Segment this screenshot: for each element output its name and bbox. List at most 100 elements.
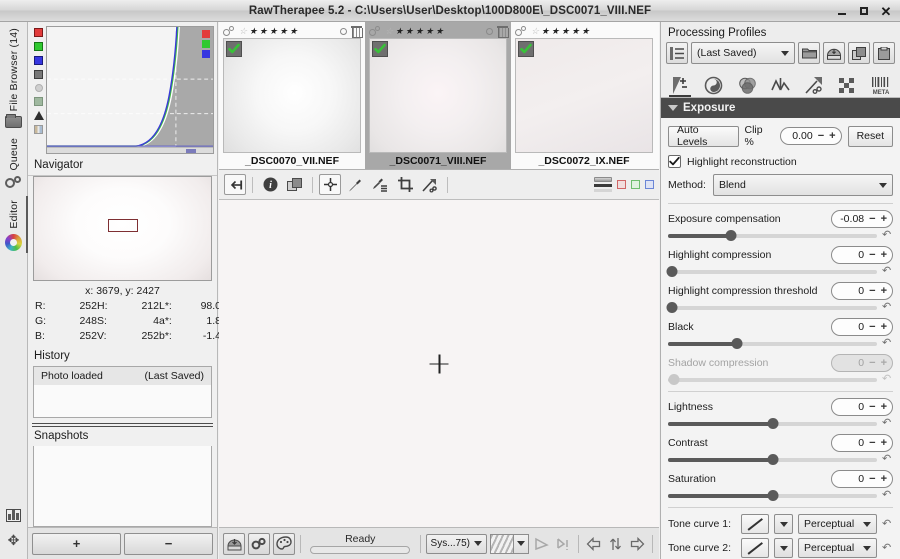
- star-icon[interactable]: ★: [541, 27, 549, 36]
- histogram-green-toggle[interactable]: [34, 42, 43, 51]
- reset-slider-icon[interactable]: ↶: [882, 302, 893, 313]
- unrank-icon[interactable]: [486, 28, 493, 35]
- tab-advanced[interactable]: [768, 74, 794, 97]
- save-button[interactable]: [223, 532, 245, 555]
- reset-slider-icon[interactable]: ↶: [882, 338, 893, 349]
- star-icon[interactable]: ★: [561, 27, 569, 36]
- histogram-raw-toggle[interactable]: [34, 97, 43, 106]
- histogram-clipping-toggle[interactable]: [33, 111, 44, 120]
- trash-icon[interactable]: [351, 26, 363, 38]
- decrement-icon[interactable]: −: [869, 213, 875, 225]
- histogram-luminance-toggle[interactable]: [34, 70, 43, 79]
- lockable-color-picker-button[interactable]: [369, 174, 391, 195]
- queue-check-badge[interactable]: [226, 41, 242, 57]
- filmstrip-thumbnail[interactable]: ☆ ★ ★ ★ ★ ★ _DSC0071_VIII.NEF: [365, 22, 511, 169]
- tone-curve-1-editor-button[interactable]: [741, 514, 769, 534]
- histogram-canvas[interactable]: [46, 26, 214, 154]
- decrement-icon[interactable]: −: [869, 401, 875, 413]
- sidebar-item-file-browser[interactable]: File Browser (14): [0, 22, 28, 132]
- sync-button[interactable]: [606, 533, 625, 555]
- remove-snapshot-button[interactable]: −: [124, 532, 213, 555]
- clip-percent-stepper[interactable]: 0.00 − +: [779, 127, 842, 145]
- load-profile-button[interactable]: [798, 42, 820, 64]
- rotate-left-button[interactable]: [532, 533, 551, 555]
- star-icon[interactable]: ★: [581, 27, 589, 36]
- histogram-scrollbar[interactable]: [47, 147, 213, 153]
- slider-stepper[interactable]: 0 − +: [831, 434, 893, 452]
- white-balance-picker-button[interactable]: [319, 174, 341, 195]
- star-icon[interactable]: ★: [269, 27, 277, 36]
- history-row[interactable]: Photo loaded (Last Saved): [34, 367, 211, 385]
- snapshots-list[interactable]: [33, 446, 212, 527]
- star-icon[interactable]: ★: [435, 27, 443, 36]
- histogram-toggle-icon[interactable]: [6, 509, 21, 522]
- trash-icon[interactable]: [497, 26, 509, 38]
- star-icon[interactable]: ☆: [239, 27, 247, 36]
- star-icon[interactable]: ★: [415, 27, 423, 36]
- add-snapshot-button[interactable]: +: [32, 532, 121, 555]
- star-icon[interactable]: ☆: [385, 27, 393, 36]
- clipping-indicator-b-icon[interactable]: [645, 180, 654, 189]
- eyedropper-icon-button[interactable]: [344, 174, 366, 195]
- slider-stepper[interactable]: 0 − +: [831, 246, 893, 264]
- sidebar-item-editor[interactable]: Editor: [0, 194, 28, 255]
- thumbnail-image[interactable]: [369, 38, 507, 153]
- tone-curve-2-mode-dropdown[interactable]: Perceptual: [798, 538, 877, 558]
- save-profile-button[interactable]: [823, 42, 845, 64]
- back-to-browser-button[interactable]: [224, 174, 246, 195]
- send-to-external-editor-button[interactable]: [273, 532, 295, 555]
- reset-button[interactable]: Reset: [847, 125, 893, 147]
- increment-icon[interactable]: +: [881, 249, 887, 261]
- highlight-reconstruction-row[interactable]: Highlight reconstruction: [668, 155, 893, 168]
- reset-slider-icon[interactable]: ↶: [882, 454, 893, 465]
- increment-icon[interactable]: +: [881, 285, 887, 297]
- reset-slider-icon[interactable]: ↶: [882, 490, 893, 501]
- close-button[interactable]: ✕: [876, 2, 896, 20]
- star-icon[interactable]: ★: [551, 27, 559, 36]
- paste-profile-button[interactable]: [873, 42, 895, 64]
- slider-stepper[interactable]: 0 − +: [831, 470, 893, 488]
- histogram-barmode-toggle[interactable]: [34, 125, 43, 134]
- decrement-icon[interactable]: −: [869, 437, 875, 449]
- star-icon[interactable]: ★: [405, 27, 413, 36]
- star-icon[interactable]: ★: [571, 27, 579, 36]
- unrank-icon[interactable]: [340, 28, 347, 35]
- auto-levels-button[interactable]: Auto Levels: [668, 124, 739, 148]
- increment-icon[interactable]: +: [881, 321, 887, 333]
- info-button[interactable]: i: [259, 174, 281, 195]
- slider-stepper[interactable]: 0 − +: [831, 398, 893, 416]
- zoom-fit-dropdown[interactable]: [514, 533, 529, 554]
- add-to-queue-button[interactable]: [248, 532, 270, 555]
- thumbnail-image[interactable]: [515, 38, 653, 153]
- star-icon[interactable]: ★: [425, 27, 433, 36]
- profile-dropdown[interactable]: (Last Saved): [691, 42, 795, 64]
- rotate-right-button[interactable]: [554, 533, 573, 555]
- star-icon[interactable]: ★: [395, 27, 403, 36]
- decrement-icon[interactable]: −: [869, 249, 875, 261]
- tab-exposure[interactable]: [667, 74, 693, 97]
- navigator-preview[interactable]: [33, 176, 212, 281]
- slider-track[interactable]: [668, 338, 877, 349]
- tab-metadata[interactable]: META: [868, 74, 894, 97]
- zoom-level-dropdown[interactable]: Sys...75): [425, 533, 487, 554]
- rating-stars[interactable]: ☆ ★ ★ ★ ★ ★: [239, 27, 297, 36]
- slider-track[interactable]: [668, 230, 877, 241]
- decrement-icon[interactable]: −: [869, 473, 875, 485]
- clipping-indicator-g-icon[interactable]: [631, 180, 640, 189]
- move-resize-icon[interactable]: ✥: [8, 532, 20, 549]
- crop-button[interactable]: [394, 174, 416, 195]
- star-icon[interactable]: ☆: [531, 27, 539, 36]
- rating-stars[interactable]: ☆ ★ ★ ★ ★ ★: [385, 27, 443, 36]
- straighten-button[interactable]: [419, 174, 441, 195]
- method-dropdown[interactable]: Blend: [712, 174, 893, 196]
- tab-color[interactable]: [734, 74, 760, 97]
- filmstrip-thumbnail[interactable]: ☆ ★ ★ ★ ★ ★ _DSC0070_VII.NEF: [219, 22, 365, 169]
- queue-check-badge[interactable]: [372, 41, 388, 57]
- slider-stepper[interactable]: -0.08 − +: [831, 210, 893, 228]
- zoom-fit-button[interactable]: [490, 533, 514, 554]
- filmstrip[interactable]: ☆ ★ ★ ★ ★ ★ _DSC0070_VII.NEF ☆ ★ ★ ★ ★ ★…: [219, 22, 659, 170]
- decrement-icon[interactable]: −: [869, 285, 875, 297]
- slider-track[interactable]: [666, 302, 877, 313]
- slider-track[interactable]: [666, 266, 877, 277]
- profile-list-icon[interactable]: [666, 42, 688, 64]
